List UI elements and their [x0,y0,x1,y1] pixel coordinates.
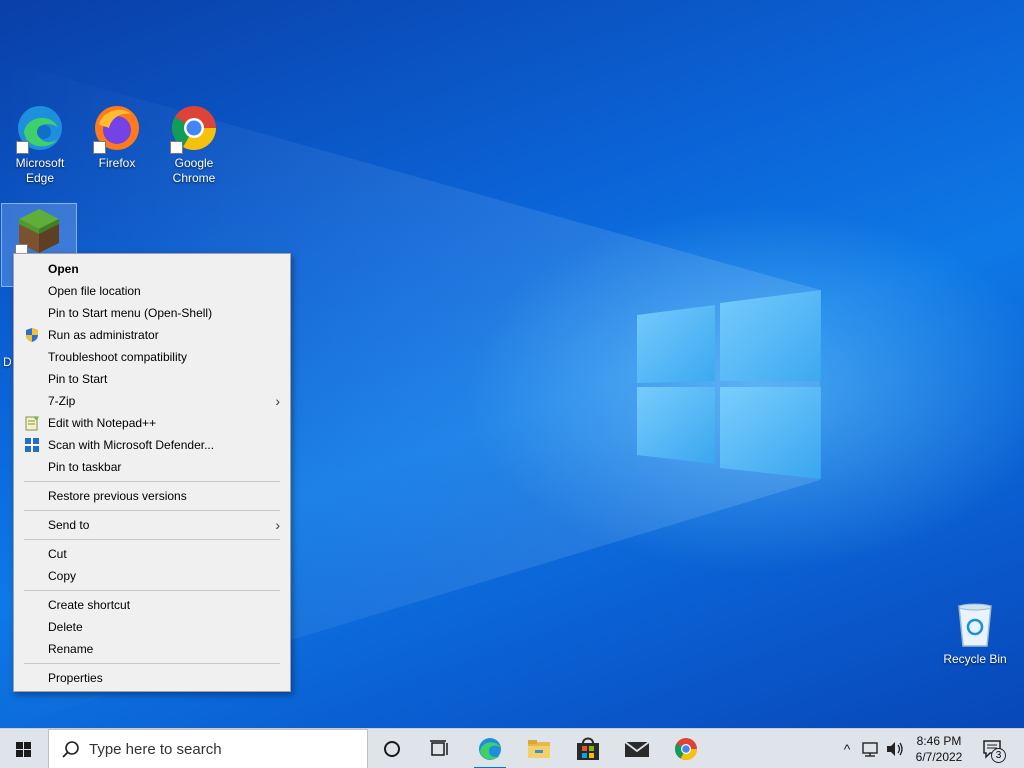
taskbar-app-chrome[interactable] [662,729,710,768]
menu-item-delete[interactable]: Delete [14,616,290,638]
chevron-right-icon: › [275,517,280,533]
menu-item-restore-previous-versions[interactable]: Restore previous versions [14,485,290,507]
desktop-icon-label: Firefox [98,156,136,170]
menu-separator [24,590,280,591]
recycle-bin-icon [951,600,999,648]
shortcut-arrow-icon [93,141,106,154]
taskbar: Type here to search ^ 8:46 PM 6/7/2022 3 [0,728,1024,768]
cortana-circle-icon [384,741,400,757]
taskbar-app-edge[interactable] [466,729,514,768]
microsoft-store-icon [577,737,599,760]
clock-date: 6/7/2022 [915,750,963,764]
notepadplusplus-icon [24,415,40,431]
desktop-icon-chrome[interactable]: Google Chrome [156,104,232,186]
menu-item-rename[interactable]: Rename [14,638,290,660]
chrome-icon [170,104,218,154]
defender-icon [24,437,40,453]
desktop-icon-label: Microsoft Edge [15,156,65,185]
network-icon [862,742,878,757]
minecraft-grass-block-icon [15,207,63,257]
show-hidden-icons-button[interactable]: ^ [836,729,858,768]
chevron-up-icon: ^ [843,741,851,757]
menu-item-open[interactable]: Open [14,258,290,280]
context-menu: Open Open file location Pin to Start men… [13,253,291,692]
desktop-icon-firefox[interactable]: Firefox [79,104,155,171]
desktop-icon-label: Google Chrome [172,156,216,185]
menu-item-scan-with-defender[interactable]: Scan with Microsoft Defender... [14,434,290,456]
start-button[interactable] [0,729,48,768]
taskbar-app-microsoft-store[interactable] [564,729,612,768]
menu-item-create-shortcut[interactable]: Create shortcut [14,594,290,616]
search-icon [62,741,79,758]
menu-item-pin-to-start[interactable]: Pin to Start [14,368,290,390]
desktop-icon-label-partial: D [3,355,12,369]
menu-item-open-file-location[interactable]: Open file location [14,280,290,302]
menu-item-troubleshoot-compatibility[interactable]: Troubleshoot compatibility [14,346,290,368]
network-tray-icon-button[interactable] [859,729,883,768]
menu-item-7zip[interactable]: 7-Zip › [14,390,290,412]
clock-time: 8:46 PM [916,734,962,748]
chrome-icon [675,738,697,760]
cortana-button[interactable] [369,729,415,768]
volume-tray-icon-button[interactable] [884,729,906,768]
shortcut-arrow-icon [16,141,29,154]
menu-item-pin-to-taskbar[interactable]: Pin to taskbar [14,456,290,478]
notification-count-badge: 3 [991,748,1006,763]
shortcut-arrow-icon [170,141,183,154]
menu-item-send-to[interactable]: Send to › [14,514,290,536]
windows-start-icon [16,742,31,757]
edge-icon [16,104,64,154]
uac-shield-icon [24,327,40,343]
taskbar-app-mail[interactable] [613,729,661,768]
taskbar-app-file-explorer[interactable] [515,729,563,768]
edge-icon [479,738,501,760]
menu-item-edit-with-notepadplusplus[interactable]: Edit with Notepad++ [14,412,290,434]
task-view-button[interactable] [416,729,462,768]
menu-separator [24,663,280,664]
firefox-icon [93,104,141,154]
task-view-icon [430,740,448,756]
action-center-button[interactable]: 3 [978,729,1008,768]
chevron-right-icon: › [275,393,280,409]
menu-item-properties[interactable]: Properties [14,667,290,689]
desktop-icon-label: Recycle Bin [943,652,1007,666]
menu-item-copy[interactable]: Copy [14,565,290,587]
file-explorer-icon [528,740,550,758]
desktop-icon-edge[interactable]: Microsoft Edge [2,104,78,186]
menu-item-run-as-administrator[interactable]: Run as administrator [14,324,290,346]
menu-item-cut[interactable]: Cut [14,543,290,565]
menu-item-pin-to-start-menu-open-shell[interactable]: Pin to Start menu (Open-Shell) [14,302,290,324]
mail-icon [624,741,650,757]
menu-separator [24,481,280,482]
taskbar-search-box[interactable]: Type here to search [48,729,368,768]
search-placeholder: Type here to search [89,741,222,758]
desktop-icon-recycle-bin[interactable]: Recycle Bin [937,600,1013,667]
menu-separator [24,510,280,511]
speaker-icon [887,742,903,756]
menu-separator [24,539,280,540]
taskbar-clock[interactable]: 8:46 PM 6/7/2022 [908,733,970,765]
